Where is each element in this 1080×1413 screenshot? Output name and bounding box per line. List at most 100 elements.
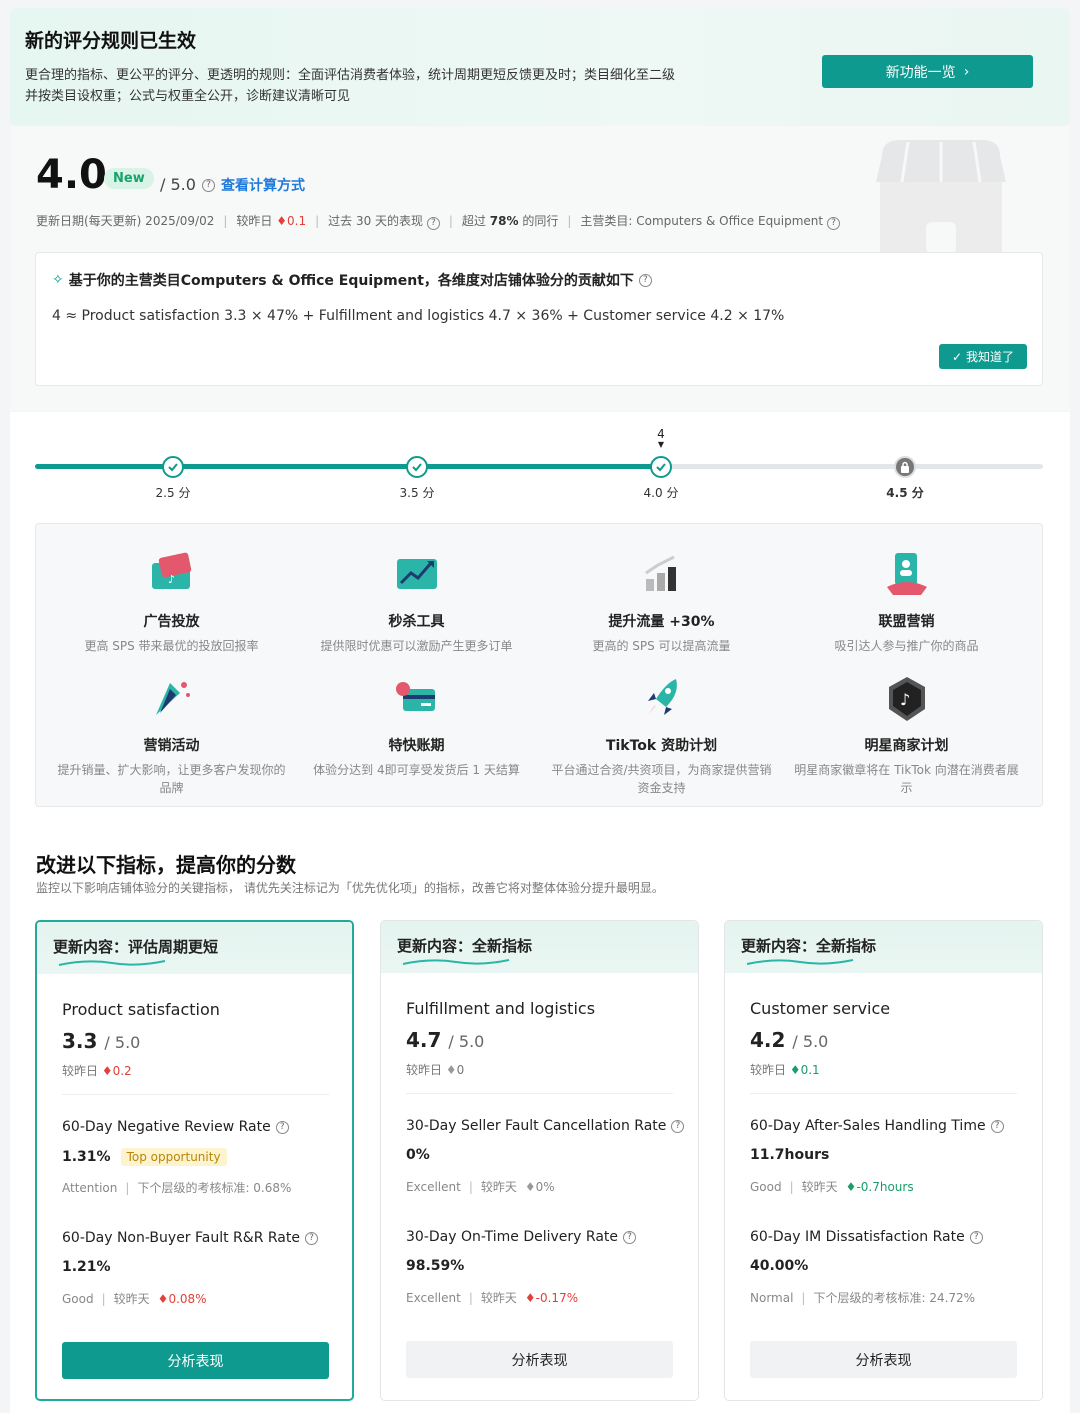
indicator-meta: Excellent | 较昨天 ♦0%: [406, 1179, 555, 1195]
milestone-node-2-5: [162, 456, 184, 478]
benefit-traffic: 提升流量 +30% 更高的 SPS 可以提高流量: [539, 551, 784, 655]
indicator-value: 0%: [406, 1147, 430, 1163]
benefit-campaign: 营销活动 提升销量、扩大影响，让更多客户发现你的品牌: [49, 675, 294, 797]
indicator-name: 30-Day Seller Fault Cancellation Rate?: [406, 1118, 685, 1134]
banner-title: 新的评分规则已生效: [25, 30, 197, 52]
card-header: 更新内容：全新指标: [725, 921, 1042, 973]
new-features-button[interactable]: 新功能一览 ›: [822, 55, 1033, 88]
question-icon: ?: [826, 216, 840, 230]
formula-title: ✧ 基于你的主营类目Computers & Office Equipment，各…: [52, 270, 652, 290]
indicator-meta: Normal | 下个层级的考核标准: 24.72%: [750, 1290, 976, 1306]
benefit-ads: ♪ 广告投放 更高 SPS 带来最优的投放回报率: [49, 551, 294, 655]
metric-card-fulfillment: 更新内容：全新指标 Fulfillment and logistics 4.7 …: [380, 920, 699, 1401]
progress-fill: [35, 464, 661, 469]
formula-text: 4 ≈ Product satisfaction 3.3 × 47% + Ful…: [52, 308, 785, 324]
traffic-growth-icon: [644, 555, 676, 591]
benefit-affiliate: 联盟营销 吸引达人参与推广你的商品: [784, 551, 1029, 655]
milestone-node-4-5: [894, 456, 916, 478]
ad-card-icon: ♪: [151, 552, 191, 589]
past30-performance[interactable]: 过去 30 天的表现 ?: [328, 212, 440, 230]
benefit-fast-payment: 特快账期 体验分达到 4即可享受发货后 1 天结算: [294, 675, 539, 779]
card-header: 更新内容：评估周期更短: [37, 922, 352, 974]
question-icon[interactable]: ?: [969, 1230, 983, 1244]
question-icon: ?: [202, 178, 215, 192]
down-arrow-icon: ♦: [276, 214, 287, 229]
analyze-button[interactable]: 分析表现: [750, 1341, 1017, 1378]
milestone-label: 4.5 分: [886, 486, 924, 500]
dimension-score: 4.2 / 5.0: [750, 1028, 829, 1052]
dimension-score: 4.7 / 5.0: [406, 1028, 485, 1052]
indicator-name: 30-Day On-Time Delivery Rate?: [406, 1229, 636, 1245]
indicator-meta: Excellent | 较昨天 ♦-0.17%: [406, 1290, 579, 1306]
dimension-delta: 较昨日 ♦0.1: [750, 1063, 820, 1077]
improve-title: 改进以下指标，提高你的分数: [36, 853, 296, 877]
new-badge: New: [104, 168, 154, 189]
fast-payment-icon: [395, 682, 435, 711]
svg-text:♪: ♪: [900, 690, 910, 709]
indicator-name: 60-Day After-Sales Handling Time?: [750, 1118, 1004, 1134]
milestone-label: 3.5 分: [399, 486, 435, 500]
overall-score: 4.0: [36, 152, 107, 198]
indicator-value: 1.31% Top opportunity: [62, 1148, 227, 1166]
dimension-name: Customer service: [750, 999, 891, 1018]
dimension-name: Product satisfaction: [62, 1000, 220, 1019]
calc-method-link[interactable]: ? 查看计算方式: [202, 175, 305, 195]
wave-decoration: [402, 959, 510, 965]
banner-desc-line2: 并按类目设权重；公式与权重全公开，诊断建议清晰可见: [25, 89, 351, 104]
indicator-value: 40.00%: [750, 1258, 809, 1274]
dimension-score: 3.3 / 5.0: [62, 1029, 141, 1053]
check-icon: [168, 463, 178, 472]
dimension-name: Fulfillment and logistics: [406, 999, 596, 1018]
score-max: / 5.0: [160, 175, 196, 194]
milestone-node-3-5: [406, 456, 428, 478]
flash-sale-chart-icon: [396, 559, 437, 589]
current-score-marker: 4 ▼: [657, 427, 665, 449]
question-icon[interactable]: ?: [638, 273, 652, 287]
affiliate-badge-icon: [886, 553, 927, 595]
question-icon[interactable]: ?: [990, 1119, 1004, 1133]
check-icon: [656, 463, 666, 472]
svg-text:♪: ♪: [168, 573, 175, 586]
wave-decoration: [746, 959, 854, 965]
rocket-icon: [647, 679, 677, 715]
dimension-delta: 较昨日 ♦0: [406, 1063, 465, 1077]
metric-card-customer-service: 更新内容：全新指标 Customer service 4.2 / 5.0 较昨日…: [724, 920, 1043, 1401]
indicator-name: 60-Day IM Dissatisfaction Rate?: [750, 1229, 983, 1245]
storefront-icon: [876, 140, 1006, 254]
vs-yesterday: 较昨日 ♦0.1: [236, 214, 307, 229]
indicator-meta: Attention | 下个层级的考核标准: 0.68%: [62, 1180, 292, 1196]
question-icon[interactable]: ?: [671, 1119, 685, 1133]
analyze-button[interactable]: 分析表现: [406, 1341, 673, 1378]
check-icon: ✓: [951, 349, 963, 364]
check-icon: [412, 463, 422, 472]
update-date: 更新日期(每天更新) 2025/09/02: [36, 214, 215, 229]
milestone-label: 4.0 分: [643, 486, 679, 500]
benefit-tiktok-fund: TikTok 资助计划 平台通过合资/共资项目，为商家提供营销资金支持: [539, 675, 784, 797]
lock-icon: [901, 461, 909, 473]
improve-subtitle: 监控以下影响店铺体验分的关键指标， 请优先关注标记为「优先优化项」的指标，改善它…: [36, 881, 664, 895]
question-icon[interactable]: ?: [275, 1120, 289, 1134]
wave-decoration: [58, 960, 166, 966]
got-it-button[interactable]: ✓ 我知道了: [939, 344, 1027, 369]
indicator-meta: Good | 较昨天 ♦-0.7hours: [750, 1179, 914, 1195]
peer-comparison: 超过 78% 的同行: [461, 214, 559, 229]
indicator-name: 60-Day Non-Buyer Fault R&R Rate?: [62, 1230, 318, 1246]
main-category: 主营类目: Computers & Office Equipment ?: [580, 212, 840, 230]
question-icon[interactable]: ?: [304, 1231, 318, 1245]
benefit-flash-sale: 秒杀工具 提供限时优惠可以激励产生更多订单: [294, 551, 539, 655]
milestone-label: 2.5 分: [155, 486, 191, 500]
calc-method-label: 查看计算方式: [221, 178, 305, 194]
megaphone-icon: [155, 682, 190, 715]
question-icon[interactable]: ?: [623, 1230, 636, 1244]
dimension-delta: 较昨日 ♦0.2: [62, 1064, 132, 1078]
score-meta-row: 更新日期(每天更新) 2025/09/02 | 较昨日 ♦0.1 | 过去 30…: [36, 212, 840, 230]
indicator-meta: Good | 较昨天 ♦0.08%: [62, 1291, 207, 1307]
question-icon: ?: [426, 216, 440, 230]
benefit-star-merchant: ♪ 明星商家计划 明星商家徽章将在 TikTok 向潜在消费者展示: [784, 675, 1029, 797]
milestone-node-4-0: [650, 456, 672, 478]
top-opportunity-tag: Top opportunity: [120, 1148, 227, 1166]
sparkle-icon: ✧: [52, 272, 64, 288]
analyze-button[interactable]: 分析表现: [62, 1342, 329, 1379]
indicator-value: 11.7hours: [750, 1147, 830, 1163]
indicator-name: 60-Day Negative Review Rate?: [62, 1119, 289, 1135]
